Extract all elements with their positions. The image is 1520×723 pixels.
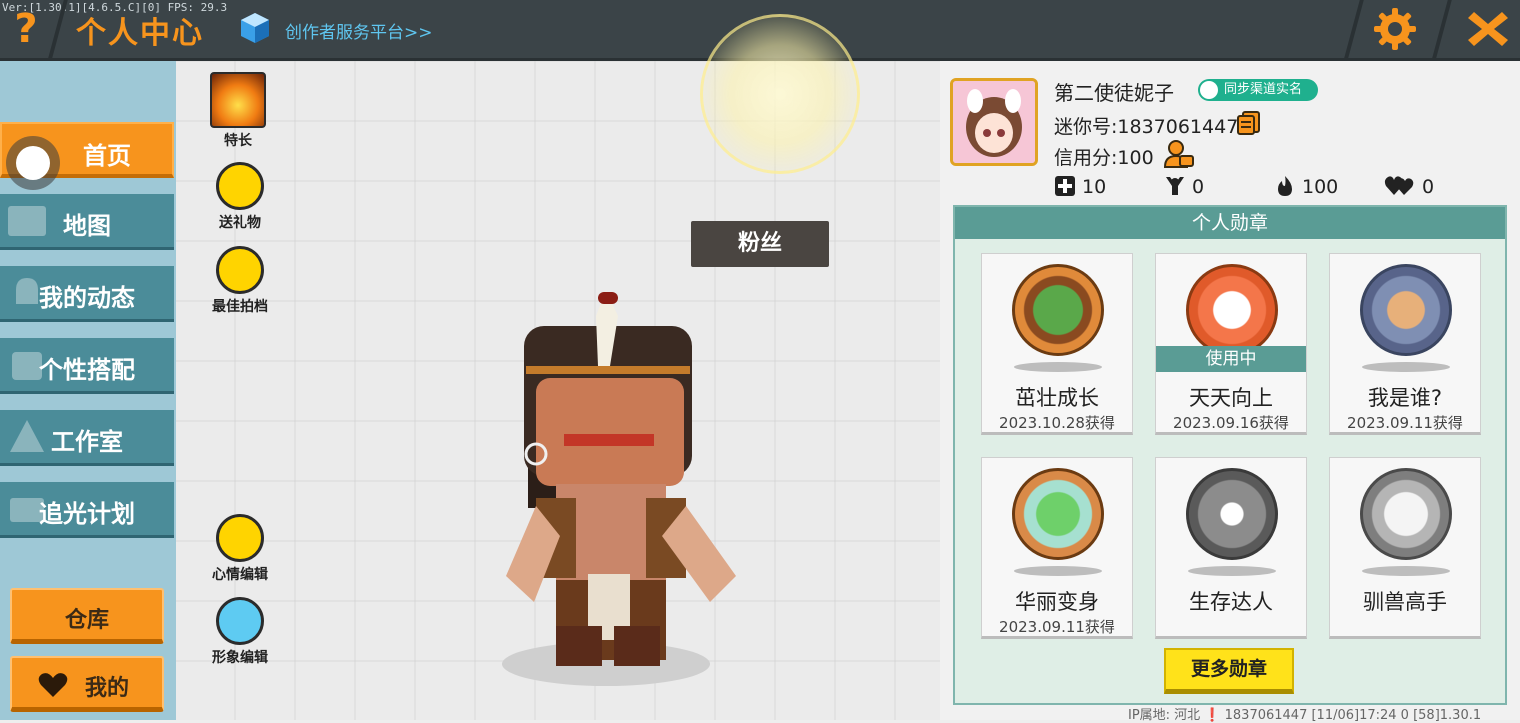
medal-date: 2023.09.11获得	[999, 618, 1115, 636]
footer-info: IP属地: 河北 ❗ 1837061447 [11/06]17:24 0 [58…	[1128, 708, 1482, 723]
medal-card[interactable]: 驯兽高手	[1329, 457, 1481, 639]
more-medals-button[interactable]: 更多勋章	[1164, 648, 1294, 694]
sidebar-item-label: 我的动态	[39, 284, 135, 312]
transform-medal-icon	[1012, 468, 1104, 560]
tamer-medal-icon	[1360, 468, 1452, 560]
medal-card[interactable]: 使用中 天天向上 2023.09.16获得	[1155, 253, 1307, 435]
copy-icon[interactable]	[1236, 110, 1262, 136]
credit-user-icon[interactable]	[1164, 140, 1194, 168]
outfit-icon	[216, 597, 264, 645]
special-label: 特长	[224, 133, 252, 149]
warehouse-button[interactable]: 仓库	[10, 588, 164, 644]
edit-icon	[216, 514, 264, 562]
cheer-icon	[1166, 177, 1184, 195]
stat-fans-value: 0	[1192, 176, 1205, 198]
realname-label: 同步渠道实名	[1224, 82, 1303, 97]
stat-likes: 0	[1384, 175, 1434, 198]
help-button[interactable]: ?	[6, 8, 46, 50]
avatar[interactable]	[950, 78, 1038, 166]
gift-label: 送礼物	[219, 215, 261, 231]
medal-name: 生存达人	[1189, 590, 1273, 614]
mine-button[interactable]: 我的	[10, 656, 164, 712]
sidebar-item-label: 地图	[63, 212, 111, 240]
in-use-badge: 使用中	[1156, 346, 1306, 372]
sidebar-item-label: 追光计划	[39, 500, 135, 528]
sidebar-item-spotlight[interactable]: 追光计划	[0, 482, 174, 538]
medal-shadow	[1362, 362, 1450, 372]
mood-edit-label: 心情编辑	[212, 567, 268, 583]
stat-fans: 0	[1164, 175, 1204, 198]
sidebar-item-label: 个性搭配	[39, 356, 135, 384]
question-mark-icon: ?	[14, 6, 38, 52]
medal-card[interactable]: 华丽变身 2023.09.11获得	[981, 457, 1133, 639]
medal-date: 2023.09.11获得	[1347, 414, 1463, 432]
medal-shadow	[1362, 566, 1450, 576]
cube-icon	[241, 13, 269, 43]
medal-shadow	[1188, 566, 1276, 576]
sun-glow	[700, 14, 860, 174]
id-card-medal-icon	[1360, 264, 1452, 356]
partner-label: 最佳拍档	[212, 299, 268, 315]
avatar-edit-button[interactable]: 形象编辑	[200, 597, 280, 667]
medal-name: 天天向上	[1189, 386, 1273, 410]
medal-panel: 个人勋章 茁壮成长 2023.10.28获得 使用中 天天向上 2023.09.…	[953, 205, 1507, 705]
gift-button[interactable]: 送礼物	[200, 162, 280, 232]
creator-platform-link[interactable]: 创作者服务平台>>	[285, 18, 433, 43]
stat-heat: 100	[1274, 175, 1338, 198]
stat-likes-value: 0	[1422, 176, 1435, 198]
medal-card[interactable]: 生存达人	[1155, 457, 1307, 639]
stat-adds-value: 10	[1082, 176, 1107, 198]
medal-name: 茁壮成长	[1015, 386, 1099, 410]
mood-edit-button[interactable]: 心情编辑	[200, 514, 280, 584]
medal-card[interactable]: 我是谁? 2023.09.11获得	[1329, 253, 1481, 435]
special-button[interactable]: 特长	[198, 72, 278, 150]
fans-button[interactable]: 粉丝	[691, 221, 829, 267]
medal-shadow	[1014, 362, 1102, 372]
medal-shadow	[1014, 566, 1102, 576]
sidebar-item-map[interactable]: 地图	[0, 194, 174, 250]
medal-name: 华丽变身	[1015, 590, 1099, 614]
avatar-edit-label: 形象编辑	[212, 650, 268, 666]
user-check-icon	[1200, 81, 1218, 99]
medal-name: 驯兽高手	[1363, 590, 1447, 614]
stat-heat-value: 100	[1302, 176, 1339, 198]
flame-icon	[210, 72, 266, 128]
medal-date: 2023.10.28获得	[999, 414, 1115, 432]
floating-toggle[interactable]	[16, 146, 50, 180]
mine-label: 我的	[84, 676, 129, 701]
campfire-medal-icon	[1186, 468, 1278, 560]
mini-id: 迷你号:1837061447	[1054, 116, 1239, 138]
medal-name: 我是谁?	[1367, 386, 1443, 410]
page-title: 个人中心	[76, 16, 204, 51]
hearts-icon	[1384, 176, 1414, 195]
sidebar-item-feed[interactable]: 我的动态	[0, 266, 174, 322]
fire-icon	[1278, 176, 1292, 196]
gift-icon	[216, 162, 264, 210]
medal-date: 2023.09.16获得	[1173, 414, 1289, 432]
sidebar-item-studio[interactable]: 工作室	[0, 410, 174, 466]
sidebar-item-label: 首页	[83, 142, 131, 170]
close-icon[interactable]	[1462, 6, 1514, 52]
girl-avatar-image	[953, 81, 1035, 163]
stat-adds: 10	[1054, 175, 1106, 198]
plus-square-icon	[1055, 176, 1075, 196]
divider	[1344, 0, 1364, 58]
sidebar-item-outfit[interactable]: 个性搭配	[0, 338, 174, 394]
username: 第二使徒妮子	[1054, 81, 1174, 105]
partner-button[interactable]: 最佳拍档	[200, 246, 280, 316]
gear-icon[interactable]	[1372, 6, 1418, 52]
calendar-medal-icon	[1186, 264, 1278, 356]
warehouse-label: 仓库	[64, 608, 109, 633]
handshake-icon	[216, 246, 264, 294]
sidebar-item-label: 工作室	[51, 428, 123, 456]
player-character	[502, 290, 736, 686]
sprout-medal-icon	[1012, 264, 1104, 356]
medal-card[interactable]: 茁壮成长 2023.10.28获得	[981, 253, 1133, 435]
divider	[1432, 0, 1452, 58]
credit-score: 信用分:100	[1054, 147, 1154, 169]
medal-panel-title: 个人勋章	[955, 207, 1505, 239]
realname-badge[interactable]: 同步渠道实名	[1198, 79, 1318, 101]
